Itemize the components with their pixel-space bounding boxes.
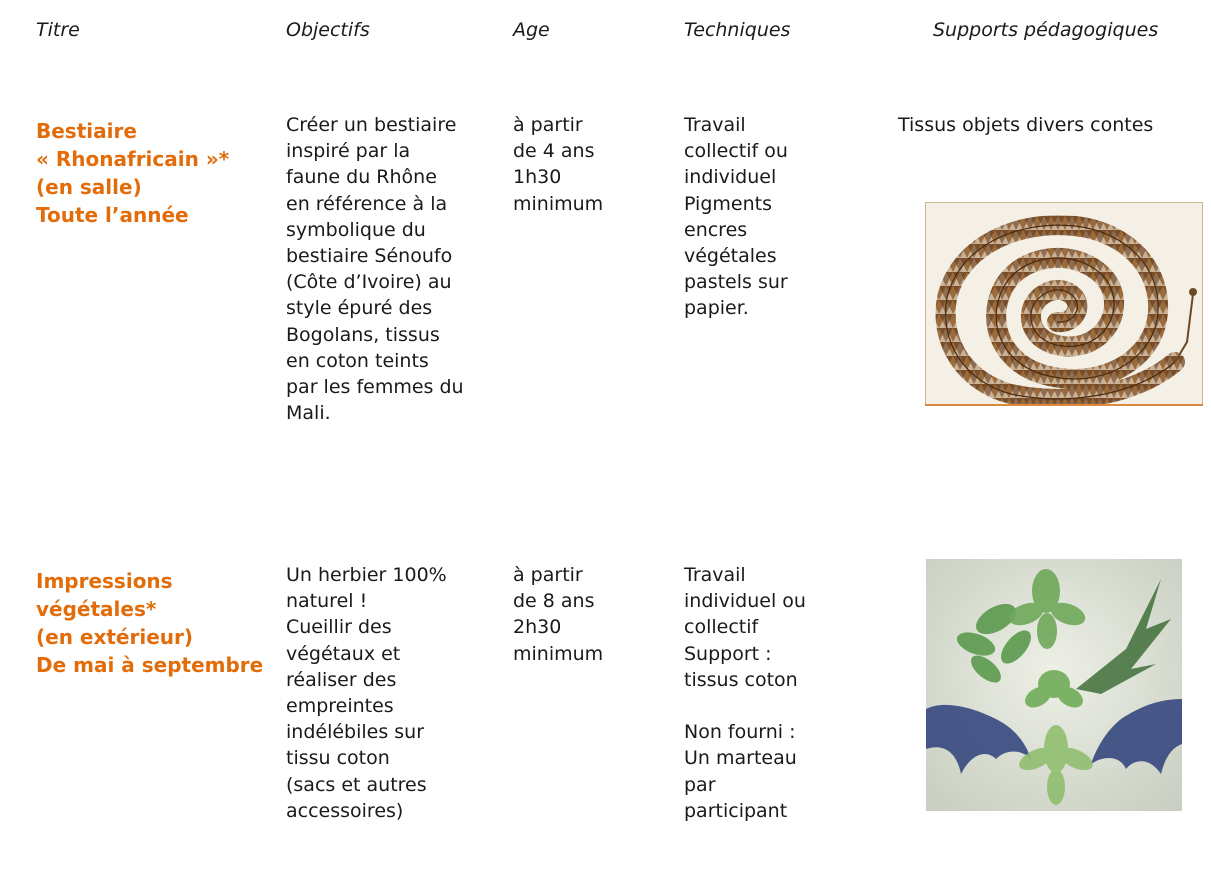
- row-1-supports-line: Tissus objets divers contes: [898, 114, 1154, 136]
- row-2-techniques-line: Non fourni :: [684, 721, 796, 744]
- row-1-objectifs-line: (Côte d’Ivoire) au: [286, 271, 452, 294]
- row-2-objectifs-line: accessoires): [286, 799, 404, 822]
- row-1-objectifs-line: inspiré par la: [286, 140, 411, 163]
- row-2-techniques-line: Un marteau: [684, 747, 797, 770]
- row-2-techniques-line: par: [684, 773, 716, 796]
- row-1-objectifs-line: en coton teints: [286, 349, 429, 372]
- row-1-techniques-line: Pigments: [684, 192, 772, 215]
- row-2-techniques-line: participant: [684, 799, 788, 822]
- header-objectifs: Objectifs: [286, 19, 370, 41]
- row-1-objectifs-line: style épuré des: [286, 297, 433, 320]
- row-1-techniques-line: végétales: [684, 245, 777, 268]
- row-2-age-line: de 8 ans: [513, 590, 595, 613]
- header-titre: Titre: [36, 19, 80, 41]
- header-techniques: Techniques: [684, 19, 791, 41]
- row-1-objectifs-line: Bogolans, tissus: [286, 323, 440, 346]
- row-1-objectifs-line: faune du Rhône: [286, 166, 437, 189]
- row-2-techniques-line: tissus coton: [684, 668, 798, 691]
- row-2-objectifs-line: tissu coton: [286, 747, 390, 770]
- row-1-objectifs-line: bestiaire Sénoufo: [286, 245, 453, 268]
- row-1-title-line: (en salle): [36, 175, 142, 199]
- row-1-objectifs-line: Mali.: [286, 402, 331, 425]
- row-1-objectifs: Créer un bestiaire inspiré par la faune …: [286, 112, 464, 426]
- row-2-age: à partir de 8 ans 2h30 minimum: [513, 562, 603, 667]
- row-2-title-line: Impressions: [36, 569, 173, 593]
- row-2-title: Impressions végétales* (en extérieur) De…: [36, 567, 263, 679]
- spiral-serpent-image: [925, 202, 1203, 406]
- row-1-title-line: Toute l’année: [36, 203, 189, 227]
- row-1-title: Bestiaire « Rhonafricain »* (en salle) T…: [36, 117, 229, 229]
- row-1-age-line: minimum: [513, 192, 604, 215]
- row-1-techniques-line: Travail: [684, 114, 746, 136]
- row-2-objectifs-line: Cueillir des: [286, 616, 392, 639]
- row-1-objectifs-line: en référence à la: [286, 192, 448, 215]
- row-2-objectifs-line: naturel !: [286, 590, 368, 613]
- header-supports: Supports pédagogiques: [933, 19, 1159, 41]
- row-2-objectifs-line: indélébiles sur: [286, 721, 425, 744]
- row-1-age-line: 1h30: [513, 166, 562, 189]
- row-2-objectifs-line: (sacs et autres: [286, 773, 427, 796]
- row-1-age-line: à partir: [513, 114, 583, 136]
- row-2-title-line: végétales*: [36, 597, 157, 621]
- row-1-objectifs-line: par les femmes du: [286, 376, 464, 399]
- row-2-objectifs-line: Un herbier 100%: [286, 564, 447, 586]
- row-2-age-line: 2h30: [513, 616, 562, 639]
- row-1-techniques-line: pastels sur: [684, 271, 788, 294]
- row-2-age-line: minimum: [513, 642, 604, 665]
- row-1-techniques-line: encres: [684, 218, 748, 241]
- row-1-techniques-line: papier.: [684, 297, 749, 320]
- row-2-objectifs-line: empreintes: [286, 695, 394, 718]
- row-1-title-line: « Rhonafricain »*: [36, 147, 230, 171]
- row-1-objectifs-line: Créer un bestiaire: [286, 114, 457, 136]
- row-1-objectifs-line: symbolique du: [286, 218, 426, 241]
- row-1-title-line: Bestiaire: [36, 119, 137, 143]
- row-1-techniques-line: individuel: [684, 166, 777, 189]
- row-2-title-line: De mai à septembre: [36, 653, 264, 677]
- row-2-techniques-line: Travail: [684, 564, 746, 586]
- header-age: Age: [513, 19, 550, 41]
- row-1-techniques: Travail collectif ou individuel Pigments…: [684, 112, 788, 322]
- row-2-techniques-line: [684, 693, 806, 719]
- row-2-objectifs-line: réaliser des: [286, 668, 397, 691]
- leaf-print-image: [926, 559, 1182, 811]
- row-2-techniques-line: Support :: [684, 642, 772, 665]
- row-1-age-line: de 4 ans: [513, 140, 595, 163]
- row-2-objectifs: Un herbier 100% naturel ! Cueillir des v…: [286, 562, 447, 824]
- row-1-age: à partir de 4 ans 1h30 minimum: [513, 112, 603, 217]
- row-2-techniques-line: collectif: [684, 616, 759, 639]
- row-2-age-line: à partir: [513, 564, 583, 586]
- row-1-supports: Tissus objets divers contes: [898, 112, 1153, 138]
- row-2-title-line: (en extérieur): [36, 625, 194, 649]
- row-2-techniques-line: individuel ou: [684, 590, 806, 613]
- row-1-techniques-line: collectif ou: [684, 140, 788, 163]
- row-2-techniques: Travail individuel ou collectif Support …: [684, 562, 806, 824]
- row-2-objectifs-line: végétaux et: [286, 642, 401, 665]
